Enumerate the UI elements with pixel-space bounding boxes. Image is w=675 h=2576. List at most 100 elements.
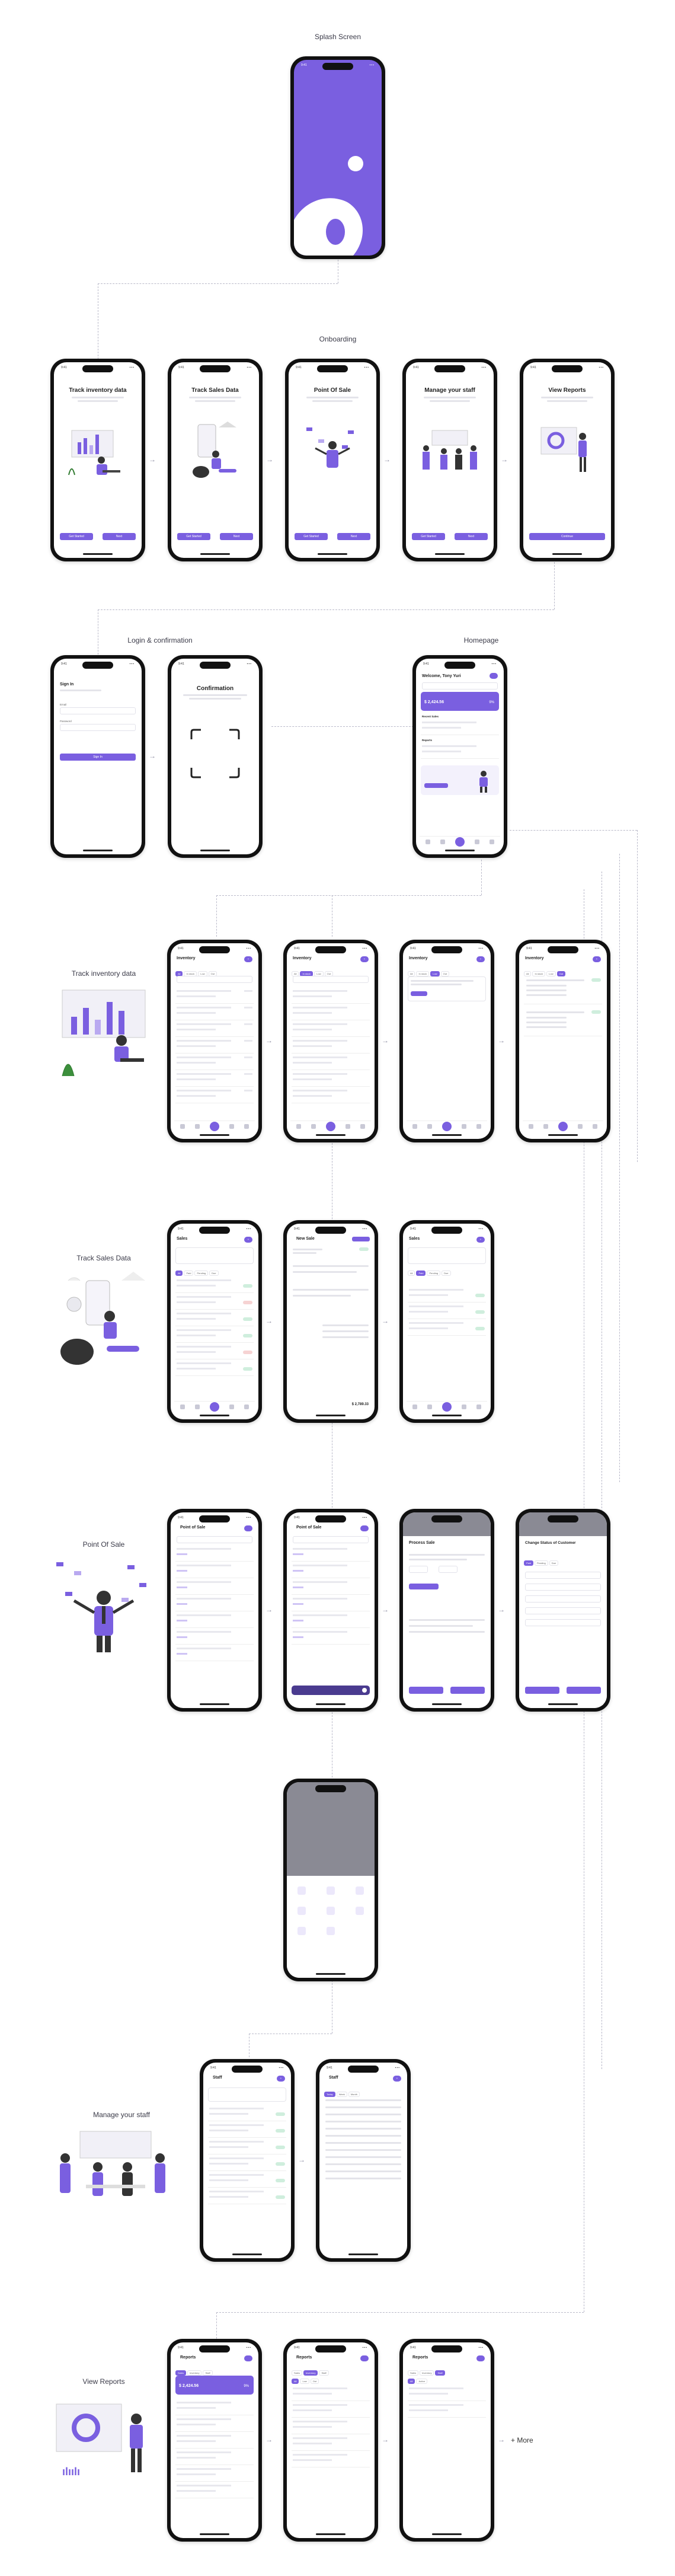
table-row[interactable] (292, 1054, 370, 1070)
table-row[interactable] (175, 1343, 254, 1359)
add-staff-button[interactable]: + (393, 2076, 401, 2082)
staff-row[interactable] (208, 2138, 286, 2154)
menu-icon[interactable] (297, 1927, 306, 1936)
export-button[interactable] (244, 2355, 252, 2361)
staff-row[interactable] (208, 2188, 286, 2204)
staff-row[interactable] (208, 2105, 286, 2121)
promo-card[interactable] (421, 765, 499, 795)
add-staff-button[interactable]: + (277, 2076, 285, 2082)
menu-icon[interactable] (327, 1927, 335, 1936)
table-row[interactable] (292, 988, 370, 1004)
report-row[interactable] (175, 2416, 254, 2432)
continue-button[interactable]: Continue (529, 533, 605, 540)
product-row[interactable] (175, 1595, 254, 1611)
next-button[interactable]: Next (103, 533, 136, 540)
restock-button[interactable] (411, 991, 427, 996)
item-card[interactable] (408, 976, 486, 1001)
table-row[interactable] (175, 988, 254, 1004)
cancel-button[interactable] (409, 1687, 443, 1694)
list-item[interactable] (421, 743, 499, 759)
product-row[interactable] (292, 1595, 370, 1611)
table-row[interactable] (175, 1294, 254, 1310)
search-input[interactable] (177, 1536, 252, 1543)
get-started-button[interactable]: Get Started (412, 533, 445, 540)
report-row[interactable] (408, 2402, 486, 2418)
report-row[interactable] (175, 2449, 254, 2465)
report-row[interactable] (292, 2385, 370, 2401)
table-row[interactable] (175, 1038, 254, 1054)
next-button[interactable]: Next (455, 533, 488, 540)
table-row[interactable] (408, 1287, 486, 1303)
add-button[interactable] (409, 1584, 439, 1589)
search-input[interactable] (293, 1536, 369, 1543)
product-row[interactable] (292, 1579, 370, 1595)
table-row[interactable] (292, 1004, 370, 1020)
product-row[interactable] (175, 1579, 254, 1595)
add-button[interactable]: + (593, 956, 601, 962)
table-row[interactable] (292, 1038, 370, 1054)
add-button[interactable]: + (476, 956, 485, 962)
product-row[interactable] (175, 1645, 254, 1661)
promo-button[interactable] (424, 783, 448, 788)
report-row[interactable] (292, 2451, 370, 2468)
table-row[interactable] (175, 1327, 254, 1343)
product-row[interactable] (175, 1612, 254, 1628)
search-input[interactable] (422, 682, 498, 690)
more-link[interactable]: + More (511, 2436, 533, 2444)
cart-button[interactable] (360, 1525, 369, 1531)
table-row[interactable] (175, 1360, 254, 1376)
confirm-button[interactable] (567, 1687, 601, 1694)
search-input[interactable] (177, 976, 252, 983)
table-row[interactable] (175, 1277, 254, 1293)
export-button[interactable] (360, 2355, 369, 2361)
table-row[interactable] (175, 1087, 254, 1103)
menu-icon[interactable] (356, 1907, 364, 1916)
menu-icon[interactable] (297, 1886, 306, 1895)
avatar[interactable] (490, 673, 498, 679)
table-row[interactable] (175, 1021, 254, 1037)
table-row[interactable] (175, 1310, 254, 1326)
report-row[interactable] (175, 2399, 254, 2415)
staff-row[interactable] (208, 2122, 286, 2138)
menu-icon[interactable] (327, 1886, 335, 1895)
add-button[interactable]: + (360, 956, 369, 962)
table-row[interactable] (175, 1054, 254, 1070)
menu-icon[interactable] (327, 1907, 335, 1916)
product-row[interactable] (292, 1629, 370, 1645)
signin-button[interactable]: Sign In (60, 754, 136, 761)
cancel-button[interactable] (525, 1687, 559, 1694)
menu-icon[interactable] (356, 1886, 364, 1895)
report-row[interactable] (175, 2482, 254, 2498)
report-row[interactable] (292, 2418, 370, 2434)
table-row[interactable] (175, 1071, 254, 1087)
table-row[interactable] (292, 1071, 370, 1087)
report-row[interactable] (175, 2466, 254, 2482)
add-button[interactable]: + (244, 1237, 252, 1243)
search-input[interactable] (293, 976, 369, 983)
export-button[interactable] (476, 2355, 485, 2361)
next-button[interactable]: Next (220, 533, 253, 540)
report-row[interactable] (175, 2433, 254, 2449)
product-row[interactable] (175, 1629, 254, 1645)
add-button[interactable] (455, 837, 465, 847)
report-row[interactable] (408, 2385, 486, 2401)
list-item[interactable] (421, 719, 499, 735)
save-button[interactable] (352, 1237, 370, 1241)
table-row[interactable] (175, 1004, 254, 1020)
cart-bar[interactable] (292, 1686, 370, 1695)
cart-button[interactable] (244, 1525, 252, 1531)
menu-icon[interactable] (297, 1907, 306, 1916)
email-field[interactable] (60, 707, 136, 714)
get-started-button[interactable]: Get Started (177, 533, 210, 540)
get-started-button[interactable]: Get Started (295, 533, 328, 540)
staff-row[interactable] (208, 2172, 286, 2188)
product-row[interactable] (292, 1562, 370, 1578)
report-row[interactable] (292, 2435, 370, 2451)
table-row[interactable] (292, 1021, 370, 1037)
product-row[interactable] (175, 1562, 254, 1578)
get-started-button[interactable]: Get Started (60, 533, 93, 540)
table-row[interactable] (292, 1087, 370, 1103)
item-card[interactable] (524, 1008, 602, 1036)
confirm-button[interactable] (450, 1687, 485, 1694)
product-row[interactable] (292, 1612, 370, 1628)
